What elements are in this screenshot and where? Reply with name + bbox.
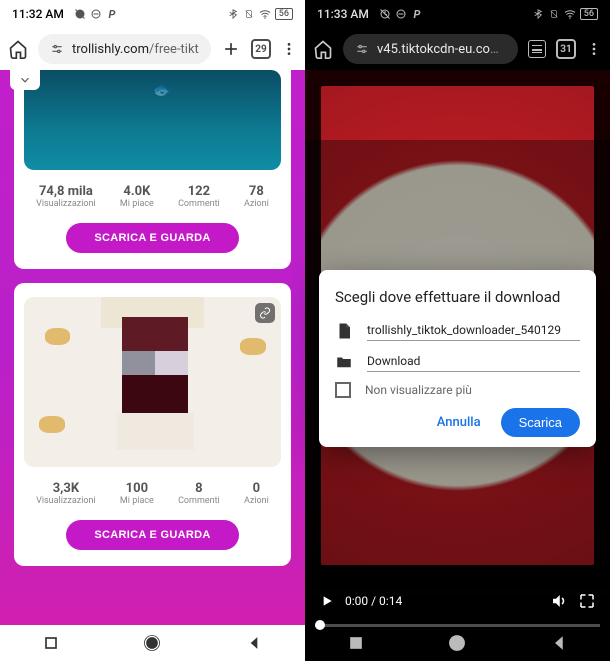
- video-card-2: 3,3KVisualizzazioni 100Mi piace 8Comment…: [14, 283, 291, 566]
- url-text: trollishly.com/free-tikt: [72, 42, 199, 57]
- stats-row: 74,8 milaVisualizzazioni 4.0KMi piace 12…: [24, 184, 281, 209]
- folder-field[interactable]: Download: [367, 351, 580, 372]
- tab-switcher[interactable]: 31: [556, 39, 576, 59]
- alarm-off-icon: [74, 8, 86, 20]
- actions-count: 78: [244, 184, 269, 199]
- address-bar[interactable]: trollishly.com/free-tikt: [38, 34, 211, 64]
- likes-label: Mi piace: [120, 496, 154, 506]
- url-text: v45.tiktokcdn-eu.com/: [377, 42, 506, 57]
- views-count: 74,8 mila: [36, 184, 96, 199]
- video-player[interactable]: 0:00 / 0:14 Scegli dove effettuare il do…: [305, 70, 610, 625]
- address-bar[interactable]: v45.tiktokcdn-eu.com/: [343, 34, 518, 64]
- confirm-download-button[interactable]: Scarica: [501, 408, 580, 437]
- alarm-off-icon: [379, 8, 391, 20]
- status-bar: 11:32 AM P 56: [0, 0, 305, 28]
- battery-indicator: 56: [275, 8, 293, 20]
- home-icon[interactable]: [313, 39, 333, 59]
- tab-switcher[interactable]: 29: [251, 39, 271, 59]
- video-card-1: 🐟 74,8 milaVisualizzazioni 4.0KMi piace …: [14, 70, 291, 269]
- views-count: 3,3K: [36, 481, 96, 496]
- system-navigation: [0, 625, 305, 661]
- dnd-icon: [395, 8, 407, 20]
- dont-show-label: Non visualizzare più: [365, 383, 472, 397]
- new-tab-icon[interactable]: [221, 39, 241, 59]
- home-button[interactable]: [142, 633, 162, 653]
- comments-label: Commenti: [178, 496, 220, 506]
- likes-count: 100: [120, 481, 154, 496]
- file-icon: [335, 322, 353, 340]
- no-sim-icon: [548, 8, 560, 20]
- fish-silhouette: 🐟: [153, 80, 173, 99]
- paypal-icon: P: [106, 8, 118, 20]
- download-dialog: Scegli dove effettuare il download troll…: [319, 270, 596, 447]
- dialog-title: Scegli dove effettuare il download: [335, 288, 580, 306]
- back-button[interactable]: [244, 633, 264, 653]
- views-label: Visualizzazioni: [36, 199, 96, 209]
- tune-icon: [355, 42, 369, 56]
- dont-show-checkbox[interactable]: [335, 382, 351, 398]
- actions-label: Azioni: [244, 496, 269, 506]
- menu-icon[interactable]: [586, 41, 602, 57]
- video-thumbnail[interactable]: [24, 297, 281, 467]
- battery-indicator: 56: [580, 8, 598, 20]
- progress-bar[interactable]: [315, 624, 600, 627]
- collapse-chevron[interactable]: [10, 70, 40, 90]
- fullscreen-icon[interactable]: [578, 592, 596, 610]
- video-thumbnail[interactable]: 🐟: [24, 70, 281, 170]
- clock: 11:32 AM: [12, 7, 64, 21]
- status-bar: 11:33 AM P 56: [305, 0, 610, 28]
- system-navigation: [305, 625, 610, 661]
- filename-field[interactable]: trollishly_tiktok_downloader_540129: [367, 320, 580, 341]
- likes-label: Mi piace: [120, 199, 154, 209]
- browser-toolbar: v45.tiktokcdn-eu.com/ 31: [305, 28, 610, 70]
- recents-button[interactable]: [41, 633, 61, 653]
- actions-label: Azioni: [244, 199, 269, 209]
- phone-left: 11:32 AM P 56 trollishly.com/: [0, 0, 305, 661]
- folder-icon: [335, 353, 353, 371]
- comments-label: Commenti: [178, 199, 220, 209]
- bluetooth-icon: [227, 8, 239, 20]
- download-button[interactable]: SCARICA E GUARDA: [66, 520, 238, 550]
- comments-count: 122: [178, 184, 220, 199]
- menu-icon[interactable]: [281, 41, 297, 57]
- video-controls: 0:00 / 0:14: [305, 577, 610, 625]
- wifi-icon: [259, 8, 271, 20]
- home-icon[interactable]: [8, 39, 28, 59]
- link-icon[interactable]: [255, 303, 275, 323]
- actions-count: 0: [244, 481, 269, 496]
- wifi-icon: [564, 8, 576, 20]
- video-time: 0:00 / 0:14: [345, 594, 402, 608]
- comments-count: 8: [178, 481, 220, 496]
- download-button[interactable]: SCARICA E GUARDA: [66, 223, 238, 253]
- phone-right: 11:33 AM P 56 v45.tiktokcdn-e: [305, 0, 610, 661]
- page-content: 🐟 74,8 milaVisualizzazioni 4.0KMi piace …: [0, 70, 305, 625]
- back-button[interactable]: [549, 633, 569, 653]
- cancel-button[interactable]: Annulla: [429, 409, 489, 436]
- dnd-icon: [90, 8, 102, 20]
- likes-count: 4.0K: [120, 184, 154, 199]
- no-sim-icon: [243, 8, 255, 20]
- home-button[interactable]: [447, 633, 467, 653]
- clock: 11:33 AM: [317, 7, 369, 21]
- recents-button[interactable]: [346, 633, 366, 653]
- browser-toolbar: trollishly.com/free-tikt 29: [0, 28, 305, 70]
- paypal-icon: P: [411, 8, 423, 20]
- volume-icon[interactable]: [550, 592, 568, 610]
- tune-icon: [50, 42, 64, 56]
- reader-mode-icon[interactable]: [528, 40, 546, 58]
- views-label: Visualizzazioni: [36, 496, 96, 506]
- bluetooth-icon: [532, 8, 544, 20]
- play-icon[interactable]: [319, 593, 335, 609]
- stats-row: 3,3KVisualizzazioni 100Mi piace 8Comment…: [24, 481, 281, 506]
